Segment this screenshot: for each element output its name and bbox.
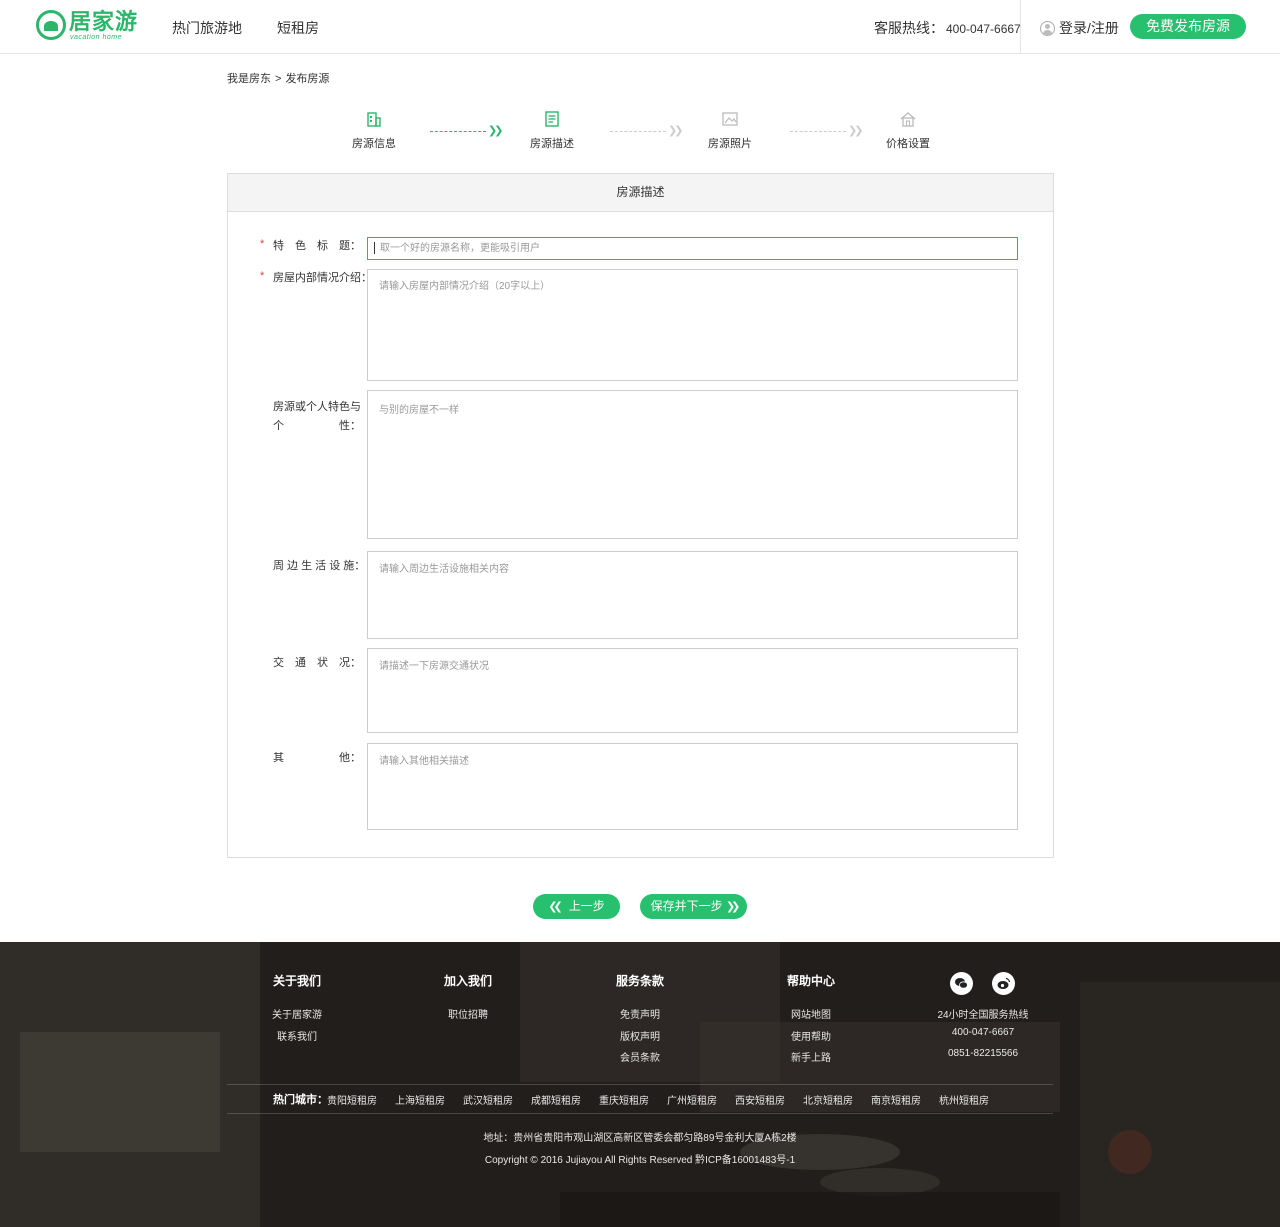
field-label-line2: 个 性：: [273, 420, 361, 432]
footer-help-title: 帮助中心: [786, 974, 835, 988]
field-label-line1: 房源或个人特色与: [273, 401, 361, 413]
service-hotline-title: 24小时全国服务热线: [937, 1010, 1029, 1021]
save-next-button[interactable]: 保存并下一步 ❯❯: [640, 894, 747, 919]
form-row-other: 其 他：: [228, 743, 1053, 830]
breadcrumb: 我是房东 > 发布房源: [227, 70, 329, 86]
footer-link-disclaimer[interactable]: 免责声明: [590, 1006, 690, 1021]
city-link[interactable]: 南京短租房: [871, 1092, 921, 1107]
footer-link-beginner[interactable]: 新手上路: [761, 1049, 861, 1064]
footer-link-contact[interactable]: 联系我们: [247, 1028, 347, 1043]
city-link[interactable]: 成都短租房: [531, 1092, 581, 1107]
site-logo[interactable]: 居家游 vacation home: [36, 10, 146, 44]
header-divider: [1020, 0, 1021, 54]
double-chevron-icon: ❯❯: [668, 125, 684, 137]
form-row-transport: 交 通 状 况：: [228, 648, 1053, 733]
required-mark: *: [260, 238, 265, 250]
previous-step-button[interactable]: ❮❮ 上一步: [533, 894, 620, 919]
city-link[interactable]: 贵阳短租房: [327, 1092, 377, 1107]
hotline-number: 400-047-6667: [946, 22, 1021, 36]
footer-link-about-jujiayou[interactable]: 关于居家游: [247, 1006, 347, 1021]
footer-link-copyright[interactable]: 版权声明: [590, 1028, 690, 1043]
picture-icon: [722, 112, 738, 126]
description-form-panel: 房源描述 * 特 色 标 题： * 房屋内部情况介绍： 房源或个人特色与个 性：…: [227, 173, 1054, 858]
breadcrumb-landlord[interactable]: 我是房东: [227, 73, 271, 85]
field-label: 交 通 状 况：: [273, 657, 361, 669]
previous-step-label: 上一步: [568, 899, 605, 913]
step-label: 房源描述: [530, 138, 574, 150]
site-footer: 关于我们 关于居家游 联系我们 加入我们 职位招聘 服务条款 免责声明 版权声明…: [0, 942, 1280, 1227]
footer-copyright: Copyright © 2016 Jujiayou All Rights Res…: [484, 1155, 796, 1166]
city-link[interactable]: 西安短租房: [735, 1092, 785, 1107]
field-label: 其 他：: [273, 752, 361, 764]
step-listing-photos[interactable]: 房源照片: [700, 110, 760, 151]
site-header: 居家游 vacation home 热门旅游地 短租房 客服热线： 400-047…: [0, 0, 1280, 54]
building-icon: [367, 112, 381, 127]
city-link[interactable]: 重庆短租房: [599, 1092, 649, 1107]
city-link[interactable]: 杭州短租房: [939, 1092, 989, 1107]
field-label: 周 边 生 活 设 施：: [273, 560, 366, 572]
form-title: 房源描述: [228, 174, 1053, 212]
footer-terms-title: 服务条款: [615, 974, 664, 988]
document-icon: [545, 111, 559, 127]
double-chevron-right-icon: ❯❯: [725, 901, 741, 913]
service-phone-1: 400-047-6667: [951, 1027, 1015, 1038]
feature-title-input[interactable]: [367, 237, 1018, 260]
form-row-features: 房源或个人特色与个 性：: [228, 390, 1053, 539]
step-label: 房源信息: [352, 138, 396, 150]
logo-subtitle: vacation home: [70, 34, 123, 41]
footer-divider: [227, 1084, 1053, 1085]
footer-divider: [227, 1113, 1053, 1114]
footer-link-jobs[interactable]: 职位招聘: [418, 1006, 518, 1021]
features-personality-textarea[interactable]: [367, 390, 1018, 539]
hotline: 客服热线： 400-047-6667: [874, 18, 1021, 38]
user-icon: [1040, 20, 1055, 36]
footer-join-title: 加入我们: [443, 974, 492, 988]
form-row-title: * 特 色 标 题：: [228, 237, 1053, 261]
hot-cities-label: 热门城市：: [273, 1094, 328, 1106]
footer-link-usage-help[interactable]: 使用帮助: [761, 1028, 861, 1043]
field-label: 房屋内部情况介绍：: [273, 272, 372, 284]
wechat-icon[interactable]: [950, 972, 973, 995]
login-label: 登录/注册: [1059, 20, 1119, 36]
surroundings-textarea[interactable]: [367, 551, 1018, 639]
footer-address: 地址：贵州省贵阳市观山湖区高新区管委会都匀路89号金利大厦A栋2楼: [483, 1133, 797, 1144]
double-chevron-left-icon: ❮❮: [548, 901, 563, 913]
save-next-label: 保存并下一步: [650, 899, 723, 913]
logo-icon: [36, 10, 66, 40]
footer-about-title: 关于我们: [272, 974, 321, 988]
form-row-surroundings: 周 边 生 活 设 施：: [228, 551, 1053, 639]
service-phone-2: 0851-82215566: [947, 1048, 1019, 1059]
double-chevron-icon: ❯❯: [488, 125, 504, 137]
step-price-settings[interactable]: 价格设置: [878, 110, 938, 151]
hotline-label: 客服热线：: [874, 20, 944, 36]
footer-link-sitemap[interactable]: 网站地图: [761, 1006, 861, 1021]
field-label: 特 色 标 题：: [273, 240, 361, 252]
other-textarea[interactable]: [367, 743, 1018, 830]
required-mark: *: [260, 270, 265, 282]
nav-short-rent[interactable]: 短租房: [277, 18, 319, 38]
step-label: 价格设置: [886, 138, 930, 150]
field-label: 房源或个人特色与个 性：: [273, 398, 373, 436]
publish-listing-button[interactable]: 免费发布房源: [1130, 14, 1246, 39]
city-link[interactable]: 广州短租房: [667, 1092, 717, 1107]
interior-description-textarea[interactable]: [367, 269, 1018, 381]
double-chevron-icon: ❯❯: [848, 125, 864, 137]
city-link[interactable]: 北京短租房: [803, 1092, 853, 1107]
step-label: 房源照片: [708, 138, 752, 150]
form-row-interior: * 房屋内部情况介绍：: [228, 269, 1053, 381]
breadcrumb-publish[interactable]: 发布房源: [285, 73, 329, 85]
text-cursor: [374, 242, 375, 254]
step-listing-info[interactable]: 房源信息: [344, 110, 404, 151]
logo-text: 居家游: [69, 9, 139, 34]
breadcrumb-separator: >: [275, 73, 282, 85]
footer-link-member-terms[interactable]: 会员条款: [590, 1049, 690, 1064]
step-listing-description[interactable]: 房源描述: [522, 110, 582, 151]
city-link[interactable]: 武汉短租房: [463, 1092, 513, 1107]
city-link[interactable]: 上海短租房: [395, 1092, 445, 1107]
login-register-link[interactable]: 登录/注册: [1040, 18, 1119, 38]
house-price-icon: [900, 112, 916, 127]
weibo-icon[interactable]: [992, 972, 1015, 995]
transport-textarea[interactable]: [367, 648, 1018, 733]
nav-hot-destinations[interactable]: 热门旅游地: [172, 18, 242, 38]
